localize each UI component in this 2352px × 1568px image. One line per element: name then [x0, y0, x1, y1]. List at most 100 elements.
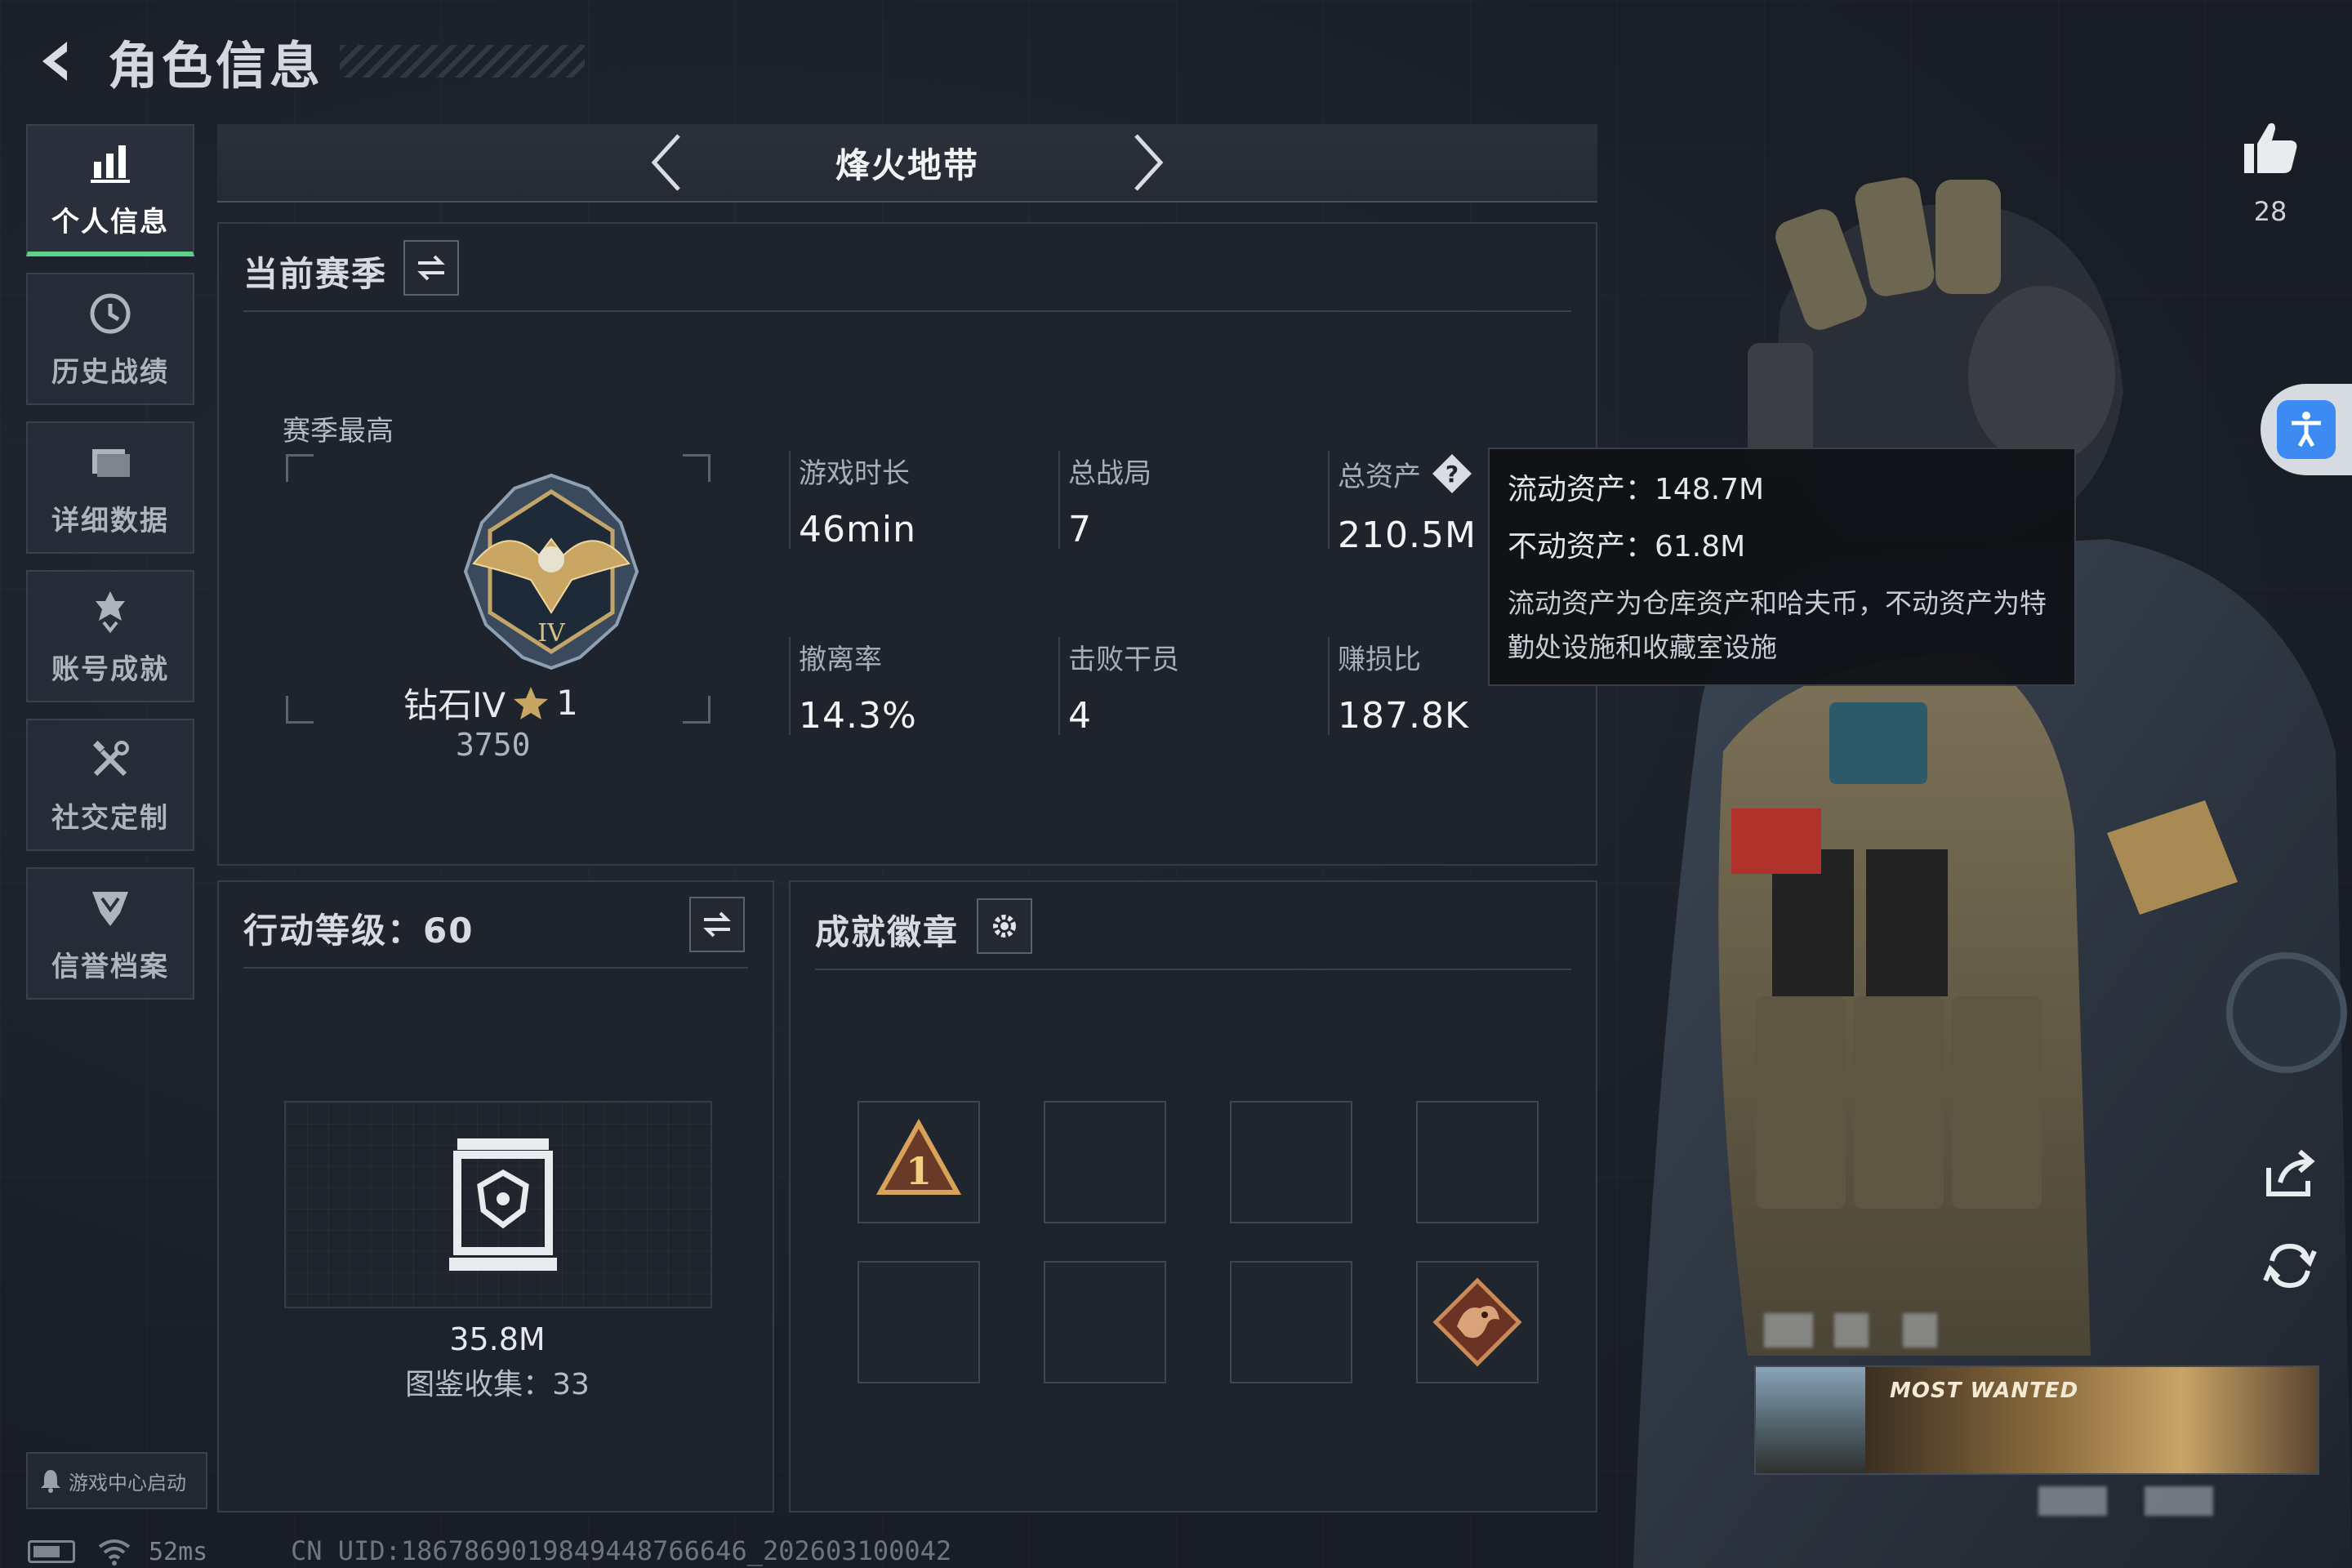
swap-icon	[703, 911, 731, 938]
gear-icon	[993, 915, 1016, 938]
prev-mode-button[interactable]	[638, 130, 695, 195]
like-button[interactable]	[2238, 114, 2303, 180]
season-panel: 当前赛季 赛季最高 IV 钻石IV 1 3750 游戏时长 46min 总战局 …	[217, 222, 1597, 866]
blurred-avatar	[1834, 1313, 1869, 1348]
mode-selector: 烽火地带	[217, 124, 1597, 203]
stat-label: 撤离率	[799, 644, 882, 676]
badge-slot-5[interactable]	[858, 1261, 980, 1383]
latency-text: 52ms	[149, 1537, 208, 1566]
stat-play-time: 游戏时长 46min	[789, 451, 916, 550]
stat-label: 击败干员	[1068, 644, 1179, 676]
accessibility-icon	[2277, 400, 2336, 459]
action-level-panel: 行动等级：60 35.8M 图鉴收集：33	[217, 880, 774, 1512]
swap-icon	[417, 255, 445, 281]
achievements-panel: 成就徽章 1	[789, 880, 1597, 1512]
rank-score: 3750	[456, 727, 531, 763]
season-best-label: 赛季最高	[283, 415, 394, 448]
assets-tooltip: 流动资产：148.7M 不动资产：61.8M 流动资产为仓库资产和哈夫币，不动资…	[1488, 448, 2076, 686]
next-mode-button[interactable]	[1120, 130, 1177, 195]
shield-rank-icon	[92, 891, 128, 926]
banner-thumbnail	[1756, 1367, 1865, 1473]
tooltip-liquid-assets: 流动资产：148.7M	[1508, 473, 1765, 506]
svg-text:?: ?	[1446, 461, 1459, 488]
stat-total-assets: 总资产 ? 210.5M	[1328, 451, 1477, 556]
game-center-button[interactable]: 游戏中心启动	[26, 1452, 207, 1509]
stat-value: 46min	[799, 509, 916, 550]
star-icon	[514, 686, 549, 719]
achievements-title: 成就徽章	[815, 912, 960, 952]
most-wanted-banner[interactable]: MOST WANTED	[1754, 1365, 2319, 1475]
sidebar-item-label: 详细数据	[51, 504, 169, 537]
rank-name-text: 钻石IV	[403, 685, 506, 725]
rank-stars: 1	[556, 683, 578, 723]
sidebar-item-achievements[interactable]: 账号成就	[26, 570, 194, 702]
stat-label-text: 总资产	[1338, 460, 1421, 493]
badge-slot-6[interactable]	[1044, 1261, 1166, 1383]
collection-value: 35.8M	[449, 1321, 546, 1357]
badge-slot-2[interactable]	[1044, 1101, 1166, 1223]
collection-count: 图鉴收集：33	[405, 1368, 590, 1401]
badge-slot-3[interactable]	[1230, 1101, 1352, 1223]
tools-icon	[92, 740, 129, 776]
blurred-avatar	[1764, 1313, 1813, 1348]
stat-label: 游戏时长	[799, 457, 910, 490]
bar-chart-icon	[91, 145, 130, 183]
badge-slot-7[interactable]	[1230, 1261, 1352, 1383]
sidebar-item-label: 信誉档案	[51, 950, 169, 983]
sidebar-item-profile[interactable]: 个人信息	[26, 124, 194, 256]
page-title: 角色信息	[108, 36, 324, 96]
frame-corner	[286, 454, 314, 482]
bell-icon	[41, 1470, 60, 1493]
character-illustration	[1633, 177, 2352, 1568]
rotate-button[interactable]	[2257, 1233, 2323, 1298]
rank-name: 钻石IV 1	[403, 678, 648, 728]
battery-icon	[28, 1540, 75, 1563]
like-count: 28	[2253, 196, 2287, 227]
back-arrow-icon	[42, 42, 67, 81]
action-level-switch-button[interactable]	[689, 897, 745, 952]
season-switch-button[interactable]	[403, 240, 459, 296]
blurred-block	[2145, 1486, 2213, 1516]
divider	[815, 969, 1571, 970]
mode-title: 烽火地带	[835, 145, 979, 185]
accessibility-button[interactable]	[2261, 384, 2352, 475]
tooltip-fixed-assets: 不动资产：61.8M	[1508, 530, 1746, 564]
divider	[243, 967, 748, 969]
title-stripes	[340, 45, 586, 78]
share-button[interactable]	[2257, 1140, 2323, 1205]
sidebar-item-label: 历史战绩	[51, 355, 169, 389]
stat-label: 总资产 ?	[1338, 451, 1477, 497]
sidebar-item-credit[interactable]: 信誉档案	[26, 867, 194, 1000]
frame-corner	[683, 454, 710, 482]
stat-value: 187.8K	[1338, 695, 1469, 737]
stat-value: 14.3%	[799, 695, 917, 737]
back-button[interactable]	[24, 24, 90, 98]
chevron-left-icon	[651, 134, 680, 191]
badge-slot-8[interactable]	[1416, 1261, 1539, 1383]
stat-value: 7	[1068, 509, 1092, 550]
collection-display[interactable]	[284, 1101, 712, 1308]
banner-title: MOST WANTED	[1890, 1379, 2079, 1403]
sidebar-item-label: 账号成就	[51, 653, 169, 686]
stat-profit-ratio: 赚损比 187.8K	[1328, 637, 1469, 737]
question-icon[interactable]: ?	[1429, 451, 1475, 497]
stat-label: 赚损比	[1338, 644, 1421, 676]
tooltip-description: 流动资产为仓库资产和哈夫币，不动资产为特勤处设施和收藏室设施	[1508, 587, 2047, 663]
badge-slot-1[interactable]: 1	[858, 1101, 980, 1223]
stat-total-matches: 总战局 7	[1058, 451, 1152, 550]
dragon-badge-icon	[1432, 1277, 1522, 1367]
divider	[243, 310, 1571, 312]
badge-settings-button[interactable]	[977, 898, 1032, 954]
stat-kills: 击败干员 4	[1058, 637, 1179, 737]
banner-image: MOST WANTED	[1865, 1367, 2318, 1473]
sidebar-item-social[interactable]: 社交定制	[26, 719, 194, 851]
uid-text: CN UID:1867869019849448766646_2026031000…	[291, 1535, 952, 1566]
achievement-icon	[96, 590, 125, 633]
status-bar: 52ms	[28, 1535, 207, 1568]
folder-icon	[92, 448, 130, 477]
collection-case-icon	[449, 1138, 557, 1271]
sidebar-item-details[interactable]: 详细数据	[26, 421, 194, 554]
sidebar-item-history[interactable]: 历史战绩	[26, 273, 194, 405]
header: 角色信息	[24, 24, 586, 98]
badge-slot-4[interactable]	[1416, 1101, 1539, 1223]
